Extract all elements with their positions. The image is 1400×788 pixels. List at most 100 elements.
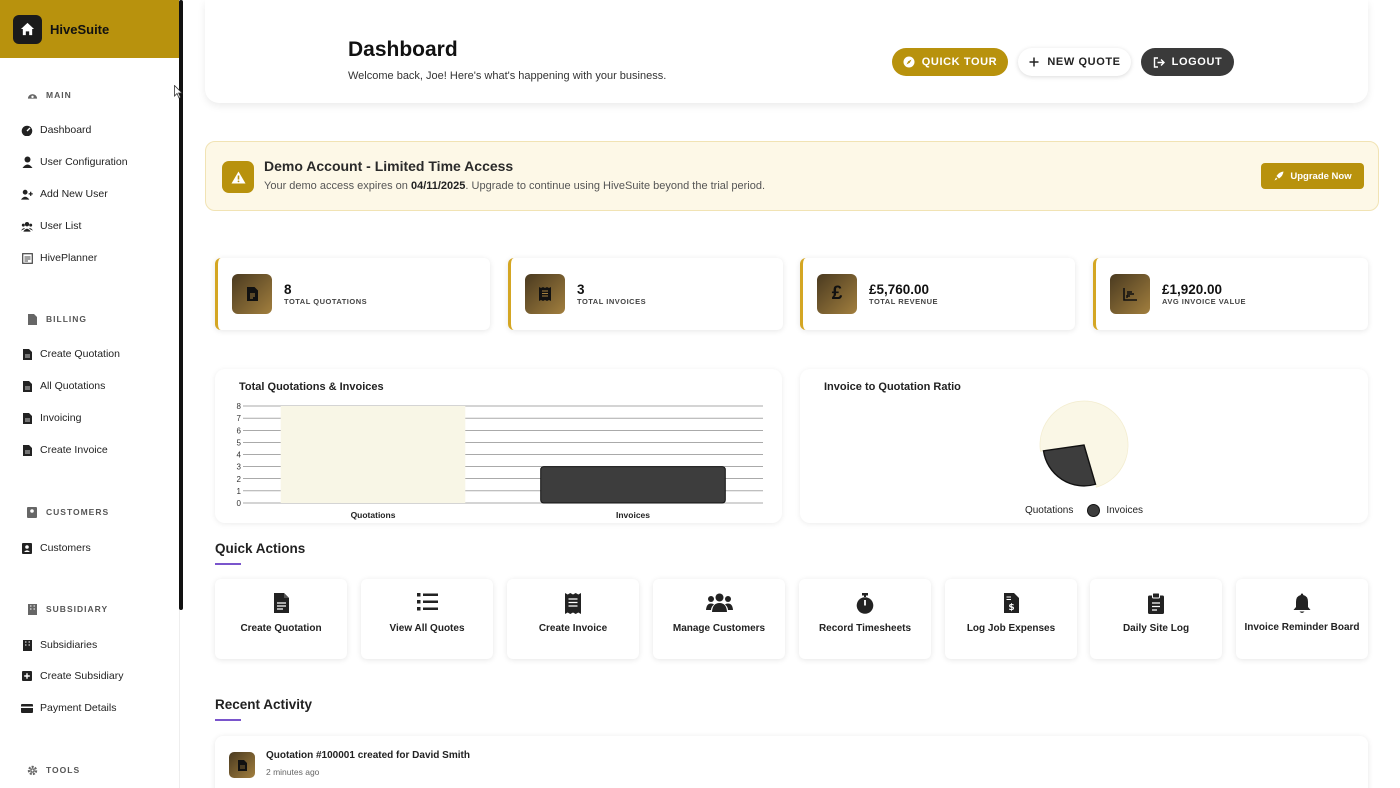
sidebar-item-label: Customers	[40, 542, 91, 554]
sidebar-item-label: All Quotations	[40, 380, 106, 392]
legend-swatch-invoices	[1087, 504, 1101, 517]
y-tick-label: 2	[237, 475, 242, 484]
quick-action-label: Daily Site Log	[1122, 623, 1190, 634]
building-icon	[21, 639, 33, 651]
stopwatch-icon	[856, 593, 874, 614]
bar-chart-icon	[1110, 274, 1150, 314]
quick-action-label: Manage Customers	[672, 623, 766, 634]
plus-icon	[1028, 56, 1040, 68]
recent-activity-underline	[215, 719, 241, 721]
quick-action-log-job-expenses[interactable]: $ Log Job Expenses	[945, 579, 1077, 659]
stat-value: £1,920.00	[1162, 282, 1223, 297]
y-tick-label: 3	[237, 463, 242, 472]
building-icon	[26, 603, 38, 615]
y-tick-label: 7	[237, 414, 242, 423]
quick-tour-button[interactable]: QUICK TOUR	[892, 48, 1008, 76]
sidebar-item-add-new-user[interactable]: Add New User	[21, 188, 108, 200]
sidebar-item-user-list[interactable]: User List	[21, 220, 81, 232]
file-icon	[21, 412, 33, 424]
user-icon	[21, 156, 33, 168]
y-tick-label: 1	[237, 487, 242, 496]
quick-action-manage-customers[interactable]: Manage Customers	[653, 579, 785, 659]
receipt-icon	[525, 274, 565, 314]
sidebar-item-label: Payment Details	[40, 702, 117, 714]
brand[interactable]: HiveSuite	[0, 0, 179, 58]
quick-action-create-invoice[interactable]: Create Invoice	[507, 579, 639, 659]
new-quote-button[interactable]: NEW QUOTE	[1018, 48, 1131, 76]
sidebar-item-dashboard[interactable]: Dashboard	[21, 124, 91, 136]
section-customers-label: CUSTOMERS	[46, 507, 110, 517]
sidebar-item-label: Subsidiaries	[40, 639, 98, 651]
rocket-icon	[1273, 170, 1285, 182]
user-plus-icon	[21, 188, 33, 200]
activity-time: 2 minutes ago	[266, 767, 320, 777]
banner-text-after: . Upgrade to continue using HiveSuite be…	[465, 180, 766, 192]
activity-item[interactable]: Quotation #100001 created for David Smit…	[215, 736, 1368, 788]
stat-card-total-revenue: £ £5,760.00 TOTAL REVENUE	[800, 258, 1075, 330]
gauge-icon	[26, 89, 38, 101]
file-icon	[26, 313, 38, 325]
upgrade-now-label: Upgrade Now	[1290, 170, 1352, 182]
stat-label: AVG INVOICE VALUE	[1162, 297, 1247, 306]
sidebar-item-label: Create Invoice	[40, 444, 108, 456]
logout-label: LOGOUT	[1171, 56, 1223, 68]
file-invoice-icon	[232, 274, 272, 314]
quick-action-label: View All Quotes	[389, 623, 465, 634]
section-customers: CUSTOMERS	[26, 506, 109, 518]
expiry-date: 04/11/2025	[410, 180, 466, 192]
sidebar-item-subsidiaries[interactable]: Subsidiaries	[21, 639, 97, 651]
section-subsidiary-label: SUBSIDIARY	[46, 604, 109, 614]
section-billing-label: BILLING	[46, 314, 87, 324]
legend-label-invoices[interactable]: Invoices	[1106, 505, 1143, 516]
users-icon	[21, 220, 33, 232]
banner-title: Demo Account - Limited Time Access	[264, 158, 514, 174]
quick-action-daily-site-log[interactable]: Daily Site Log	[1090, 579, 1222, 659]
bell-icon	[1293, 593, 1311, 613]
sidebar-item-label: User Configuration	[40, 156, 128, 168]
new-quote-label: NEW QUOTE	[1047, 56, 1121, 68]
quick-action-label: Log Job Expenses	[966, 623, 1056, 634]
quick-tour-label: QUICK TOUR	[921, 56, 998, 68]
y-tick-label: 5	[237, 438, 242, 447]
sidebar-item-label: Create Quotation	[40, 348, 120, 360]
quick-actions-title: Quick Actions	[215, 541, 306, 556]
sidebar-item-create-subsidiary[interactable]: Create Subsidiary	[21, 670, 123, 682]
sidebar-item-user-configuration[interactable]: User Configuration	[21, 156, 128, 168]
quick-action-record-timesheets[interactable]: Record Timesheets	[799, 579, 931, 659]
receipt-icon	[565, 593, 581, 614]
gauge-icon	[21, 124, 33, 136]
sidebar-item-create-quotation[interactable]: Create Quotation	[21, 348, 120, 360]
x-tick-label: Invoices	[616, 510, 650, 520]
list-icon	[416, 593, 438, 611]
y-tick-label: 0	[237, 499, 242, 508]
logout-button[interactable]: LOGOUT	[1141, 48, 1234, 76]
bar-chart: 0 1 2 3 4 5 6 7 8 Quotations Invoices	[237, 402, 763, 520]
legend-label-quotations[interactable]: Quotations	[1025, 505, 1073, 516]
demo-banner: Demo Account - Limited Time Access Your …	[205, 141, 1379, 211]
quick-action-invoice-reminder-board[interactable]: Invoice Reminder Board	[1236, 579, 1368, 659]
pie-chart-card: Invoice to Quotation Ratio Quotations In…	[800, 369, 1368, 523]
sidebar-item-customers[interactable]: Customers	[21, 542, 91, 554]
quick-action-label: Invoice Reminder Board	[1244, 622, 1360, 633]
file-icon	[229, 752, 255, 778]
quick-action-create-quotation[interactable]: Create Quotation	[215, 579, 347, 659]
sidebar-item-label: Create Subsidiary	[40, 670, 124, 682]
sidebar-item-label: User List	[40, 220, 82, 232]
sidebar-item-create-invoice[interactable]: Create Invoice	[21, 444, 108, 456]
sidebar-item-invoicing[interactable]: Invoicing	[21, 412, 81, 424]
upgrade-now-button[interactable]: Upgrade Now	[1261, 163, 1364, 189]
stat-card-avg-invoice-value: £1,920.00 AVG INVOICE VALUE	[1093, 258, 1368, 330]
quick-action-view-all-quotes[interactable]: View All Quotes	[361, 579, 493, 659]
app: HiveSuite MAIN Dashboard User Configurat…	[0, 0, 1400, 788]
quick-action-label: Create Invoice	[538, 623, 608, 634]
sidebar-item-payment-details[interactable]: Payment Details	[21, 702, 116, 714]
sidebar-item-hiveplanner[interactable]: HivePlanner	[21, 252, 97, 264]
y-tick-label: 6	[237, 426, 242, 435]
sidebar: HiveSuite MAIN Dashboard User Configurat…	[0, 0, 180, 788]
banner-text-before: Your demo access expires on	[264, 180, 411, 192]
sidebar-item-all-quotations[interactable]: All Quotations	[21, 380, 105, 392]
recent-activity-title: Recent Activity	[215, 697, 313, 712]
section-subsidiary: SUBSIDIARY	[26, 603, 108, 615]
bar-invoices	[540, 466, 726, 504]
sidebar-item-label: Add New User	[40, 188, 108, 200]
